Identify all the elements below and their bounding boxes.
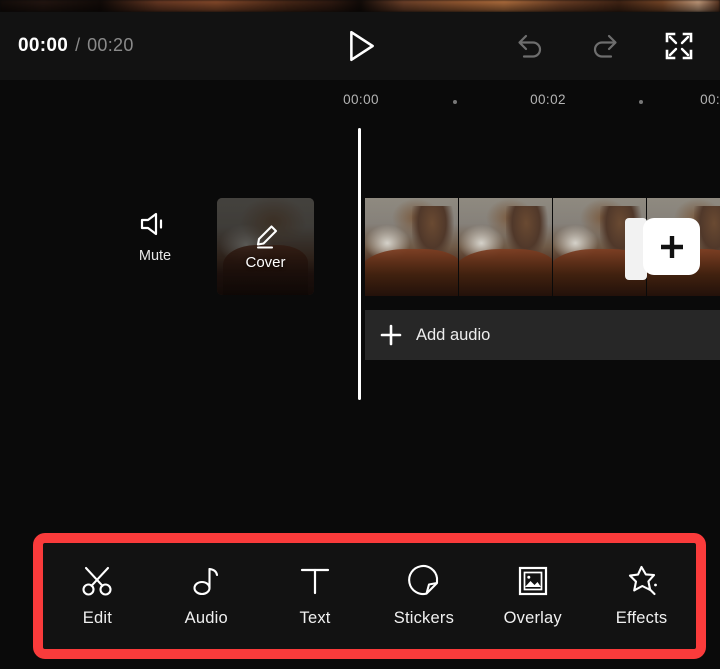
toolbar-item-overlay[interactable]: Overlay bbox=[478, 543, 587, 649]
redo-button[interactable] bbox=[583, 24, 627, 68]
ruler-tick-label: 00:00 bbox=[343, 92, 379, 107]
toolbar-item-effects[interactable]: Effects bbox=[587, 543, 696, 649]
total-time-label: 00:20 bbox=[87, 35, 134, 55]
toolbar-label-overlay: Overlay bbox=[503, 609, 562, 627]
playhead[interactable] bbox=[358, 128, 361, 400]
pencil-edit-icon bbox=[256, 225, 277, 249]
mute-label: Mute bbox=[138, 248, 172, 264]
speaker-icon bbox=[140, 212, 163, 236]
plus-icon bbox=[660, 235, 683, 258]
toolbar-item-audio[interactable]: Audio bbox=[152, 543, 261, 649]
toolbar-label-audio: Audio bbox=[184, 609, 228, 627]
fullscreen-button[interactable] bbox=[657, 24, 701, 68]
undo-button[interactable] bbox=[508, 24, 552, 68]
sparkle-star-icon bbox=[628, 565, 657, 596]
cover-button[interactable]: Cover bbox=[217, 198, 314, 295]
redo-icon bbox=[593, 34, 617, 58]
image-frame-icon bbox=[518, 566, 547, 596]
play-icon bbox=[350, 30, 374, 62]
bottom-toolbar-highlight: Edit Audio Text Stickers Overlay Effects bbox=[33, 533, 706, 659]
toolbar-item-text[interactable]: Text bbox=[261, 543, 370, 649]
toolbar-item-edit[interactable]: Edit bbox=[43, 543, 152, 649]
timeline-ruler[interactable]: 00:00 00:02 00:04 bbox=[0, 80, 720, 120]
toolbar-label-edit: Edit bbox=[82, 609, 113, 627]
player-toolbar: 00:00 / 00:20 bbox=[0, 12, 720, 80]
add-clip-button[interactable] bbox=[643, 218, 700, 275]
current-time-label: 00:00 bbox=[18, 35, 69, 56]
video-frame-image bbox=[459, 198, 552, 296]
music-note-icon bbox=[193, 567, 219, 596]
add-audio-track[interactable]: Add audio bbox=[365, 310, 720, 360]
ruler-tick-dot bbox=[453, 100, 457, 104]
sticker-icon bbox=[408, 565, 438, 596]
video-frame-image bbox=[365, 198, 458, 296]
toolbar-label-text: Text bbox=[299, 609, 331, 627]
timeline-area: Mute Cover Add audio bbox=[0, 120, 720, 410]
bottom-toolbar: Edit Audio Text Stickers Overlay Effects bbox=[43, 543, 696, 649]
play-button[interactable] bbox=[340, 24, 384, 68]
playback-time: 00:00 / 00:20 bbox=[18, 35, 134, 57]
text-t-icon bbox=[300, 568, 330, 595]
video-frame[interactable] bbox=[459, 198, 552, 296]
scissors-icon bbox=[82, 566, 112, 596]
fullscreen-icon bbox=[665, 32, 693, 60]
cover-label: Cover bbox=[245, 254, 286, 271]
toolbar-label-stickers: Stickers bbox=[393, 609, 455, 627]
toolbar-item-stickers[interactable]: Stickers bbox=[369, 543, 478, 649]
mute-button[interactable]: Mute bbox=[126, 210, 184, 264]
video-frame[interactable] bbox=[365, 198, 458, 296]
undo-icon bbox=[518, 34, 542, 58]
toolbar-label-effects: Effects bbox=[615, 609, 668, 627]
add-audio-label: Add audio bbox=[416, 325, 491, 344]
video-editor-app: 00:00 / 00:20 00:00 00:02 00: Mute Cover… bbox=[0, 0, 720, 669]
time-separator: / bbox=[75, 35, 81, 55]
plus-icon bbox=[380, 324, 402, 346]
video-preview-sliver bbox=[0, 0, 720, 12]
ruler-tick-label: 00:02 bbox=[530, 92, 566, 107]
ruler-tick-dot bbox=[639, 100, 643, 104]
ruler-tick-label: 00:04 bbox=[700, 92, 720, 107]
